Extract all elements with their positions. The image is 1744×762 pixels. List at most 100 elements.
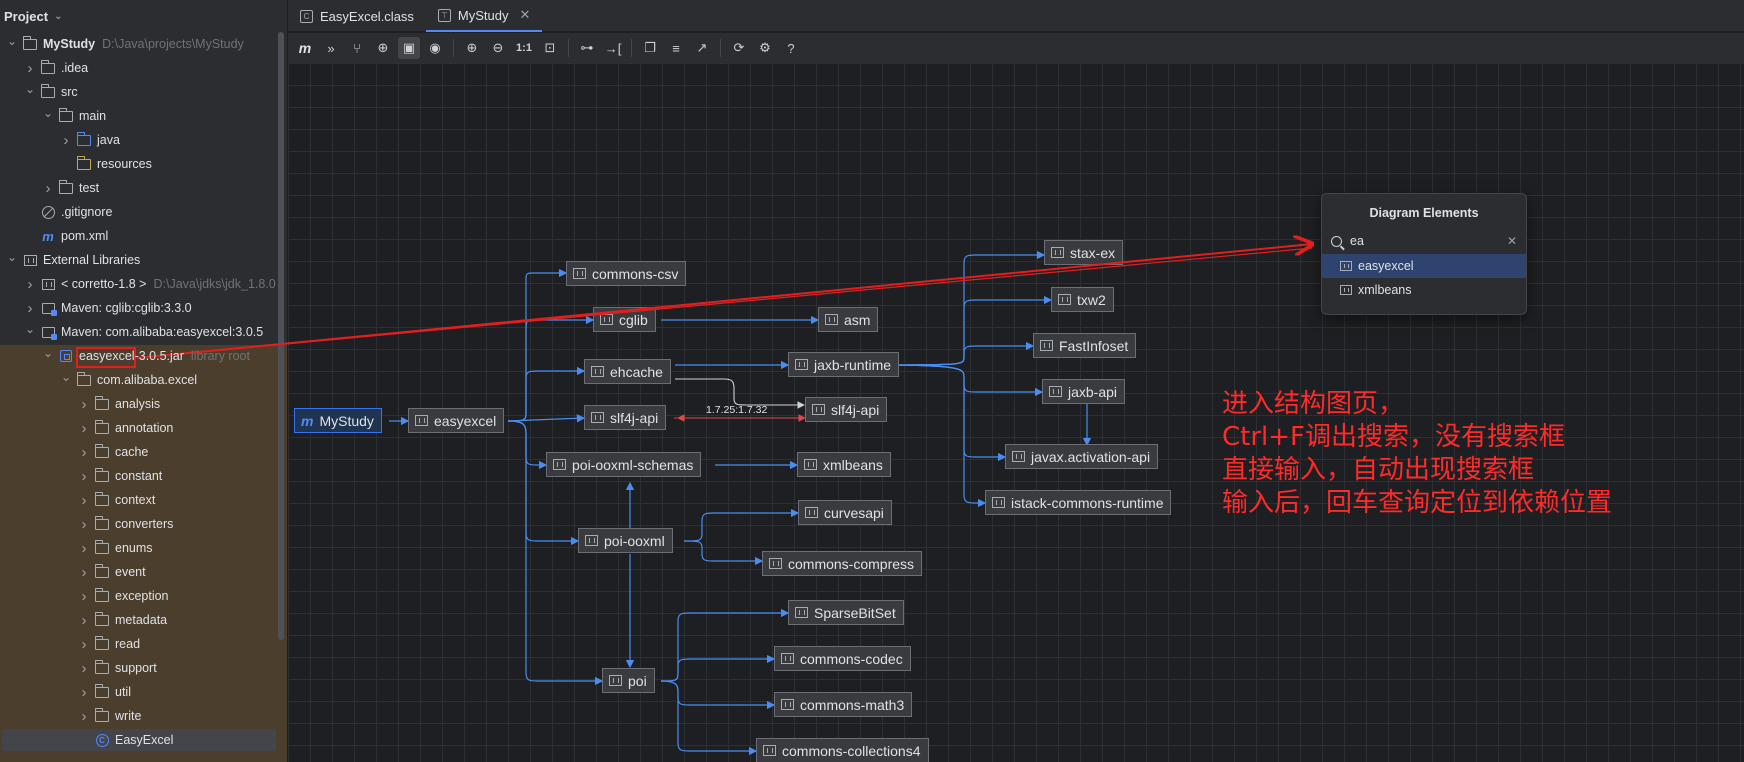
tree-item[interactable]: › enums bbox=[0, 536, 287, 560]
node-cglib[interactable]: cglib bbox=[593, 307, 656, 332]
tree-item[interactable]: ›mpom.xml bbox=[0, 224, 287, 248]
tree-item[interactable]: ›.gitignore bbox=[0, 200, 287, 224]
search-query[interactable]: ea bbox=[1350, 234, 1364, 248]
popup-result-easyexcel[interactable]: easyexcel bbox=[1322, 254, 1526, 278]
tab-mystudy-diagram[interactable]: ⊤ MyStudy ✕ bbox=[425, 0, 543, 32]
node-javax-activation-api[interactable]: javax.activation-api bbox=[1005, 444, 1159, 469]
tree-item[interactable]: › read bbox=[0, 632, 287, 656]
tree-item[interactable]: › metadata bbox=[0, 608, 287, 632]
chevron-right-icon[interactable]: › bbox=[78, 540, 90, 557]
node-asm[interactable]: asm bbox=[818, 307, 879, 332]
tree-item[interactable]: › converters bbox=[0, 512, 287, 536]
node-mystudy[interactable]: m MyStudy bbox=[294, 408, 382, 433]
node-fastinfoset[interactable]: FastInfoset bbox=[1033, 333, 1137, 358]
node-slf4j-api[interactable]: slf4j-api bbox=[584, 405, 667, 430]
node-commons-collections4[interactable]: commons-collections4 bbox=[756, 738, 929, 762]
chevron-down-icon[interactable]: ⌄ bbox=[6, 34, 18, 48]
share-icon[interactable]: ↗ bbox=[691, 37, 713, 59]
chevron-down-icon[interactable]: ⌄ bbox=[54, 11, 62, 22]
tree-item[interactable]: ›CEasyExcel bbox=[0, 728, 287, 752]
eye-icon[interactable]: ◉ bbox=[424, 37, 446, 59]
node-poi[interactable]: poi bbox=[602, 668, 655, 693]
node-ehcache[interactable]: ehcache bbox=[584, 359, 671, 384]
chevron-right-icon[interactable]: › bbox=[78, 636, 90, 653]
chevron-right-icon[interactable]: › bbox=[78, 444, 90, 461]
node-poi-ooxml[interactable]: poi-ooxml bbox=[578, 528, 673, 553]
node-xmlbeans[interactable]: xmlbeans bbox=[797, 452, 891, 477]
select-icon[interactable]: ▣ bbox=[398, 37, 420, 59]
chevron-right-icon[interactable]: › bbox=[78, 684, 90, 701]
tree-item[interactable]: › .idea bbox=[0, 56, 287, 80]
chevron-down-icon[interactable]: ⌄ bbox=[42, 106, 54, 120]
chevron-down-icon[interactable]: ⌄ bbox=[6, 250, 18, 264]
node-poi-ooxml-schemas[interactable]: poi-ooxml-schemas bbox=[546, 452, 702, 477]
chevron-right-icon[interactable]: › bbox=[78, 468, 90, 485]
tree-item[interactable]: ⌄ MyStudy D:\Java\projects\MyStudy bbox=[0, 32, 287, 56]
actual-size-button[interactable]: 1:1 bbox=[513, 37, 535, 59]
chevron-down-icon[interactable]: ⌄ bbox=[24, 82, 36, 96]
tree-item[interactable]: ⌄ External Libraries bbox=[0, 248, 287, 272]
copy-icon[interactable]: ❐ bbox=[639, 37, 661, 59]
tree-item[interactable]: › annotation bbox=[0, 416, 287, 440]
tree-item[interactable]: ⌄ Maven: com.alibaba:easyexcel:3.0.5 bbox=[0, 320, 287, 344]
node-easyexcel[interactable]: easyexcel bbox=[408, 408, 505, 433]
tree-item[interactable]: › context bbox=[0, 488, 287, 512]
tree-item[interactable]: ⌄ com.alibaba.excel bbox=[0, 368, 287, 392]
tree-item[interactable]: › write bbox=[0, 704, 287, 728]
chevron-right-icon[interactable]: › bbox=[78, 564, 90, 581]
help-icon[interactable]: ? bbox=[780, 37, 802, 59]
zoom-out-icon[interactable]: ⊖ bbox=[487, 37, 509, 59]
tree-item[interactable]: › test bbox=[0, 176, 287, 200]
tree-item[interactable]: › constant bbox=[0, 464, 287, 488]
clear-icon[interactable]: ✕ bbox=[1507, 234, 1517, 248]
maven-m-icon[interactable]: m bbox=[294, 37, 316, 59]
tree-item[interactable]: › support bbox=[0, 656, 287, 680]
chevron-right-icon[interactable]: › bbox=[24, 60, 36, 77]
node-commons-math3[interactable]: commons-math3 bbox=[774, 692, 913, 717]
chevron-right-icon[interactable]: › bbox=[78, 708, 90, 725]
node-stax-ex[interactable]: stax-ex bbox=[1044, 240, 1124, 265]
zoom-in-icon[interactable]: ⊕ bbox=[461, 37, 483, 59]
tree-item[interactable]: › util bbox=[0, 680, 287, 704]
tree-item[interactable]: › java bbox=[0, 128, 287, 152]
node-sparsebitset[interactable]: SparseBitSet bbox=[788, 600, 904, 625]
tree-item[interactable]: › < corretto-1.8 > D:\Java\jdks\jdk_1.8.0 bbox=[0, 272, 287, 296]
node-jaxb-api[interactable]: jaxb-api bbox=[1042, 379, 1126, 404]
node-commons-csv[interactable]: commons-csv bbox=[566, 261, 687, 286]
popup-search-field[interactable]: ea ✕ bbox=[1322, 228, 1526, 254]
node-txw2[interactable]: txw2 bbox=[1051, 287, 1114, 312]
project-panel-header[interactable]: Project ⌄ bbox=[0, 0, 287, 32]
chevron-right-icon[interactable]: › bbox=[78, 660, 90, 677]
chevron-right-icon[interactable]: › bbox=[24, 300, 36, 317]
tree-item[interactable]: › analysis bbox=[0, 392, 287, 416]
tab-easyexcel-class[interactable]: C EasyExcel.class bbox=[288, 0, 426, 32]
expand-icon[interactable]: » bbox=[320, 37, 342, 59]
hierarchy-icon[interactable]: ⑂ bbox=[346, 37, 368, 59]
node-curvesapi[interactable]: curvesapi bbox=[798, 500, 892, 525]
tree-item[interactable]: ⌄ src bbox=[0, 80, 287, 104]
tree-item[interactable]: ⌄ easyexcel-3.0.5.jar library root bbox=[0, 344, 287, 368]
node-slf4j-api-conflict[interactable]: slf4j-api bbox=[805, 397, 888, 422]
chevron-down-icon[interactable]: ⌄ bbox=[60, 370, 72, 384]
close-icon[interactable]: ✕ bbox=[520, 7, 531, 23]
chevron-right-icon[interactable]: › bbox=[78, 516, 90, 533]
tree-item[interactable]: ›resources bbox=[0, 152, 287, 176]
popup-result-xmlbeans[interactable]: xmlbeans bbox=[1322, 278, 1526, 302]
sidebar-scrollbar[interactable] bbox=[278, 32, 284, 640]
apply-layout-icon[interactable]: →[ bbox=[602, 37, 624, 59]
tree-item[interactable]: › exception bbox=[0, 584, 287, 608]
settings-icon[interactable]: ⚙ bbox=[754, 37, 776, 59]
chevron-down-icon[interactable]: ⌄ bbox=[24, 322, 36, 336]
chevron-right-icon[interactable]: › bbox=[78, 420, 90, 437]
chevron-right-icon[interactable]: › bbox=[24, 276, 36, 293]
fit-icon[interactable]: ⊡ bbox=[539, 37, 561, 59]
tree-item[interactable]: › Maven: cglib:cglib:3.3.0 bbox=[0, 296, 287, 320]
layout-icon[interactable]: ⊶ bbox=[576, 37, 598, 59]
tree-item[interactable]: › event bbox=[0, 560, 287, 584]
chevron-right-icon[interactable]: › bbox=[78, 612, 90, 629]
find-icon[interactable]: ⊕ bbox=[372, 37, 394, 59]
node-istack-commons-runtime[interactable]: istack-commons-runtime bbox=[985, 490, 1172, 515]
chevron-right-icon[interactable]: › bbox=[78, 588, 90, 605]
tree-item[interactable]: ⌄ main bbox=[0, 104, 287, 128]
node-commons-compress[interactable]: commons-compress bbox=[762, 551, 923, 576]
